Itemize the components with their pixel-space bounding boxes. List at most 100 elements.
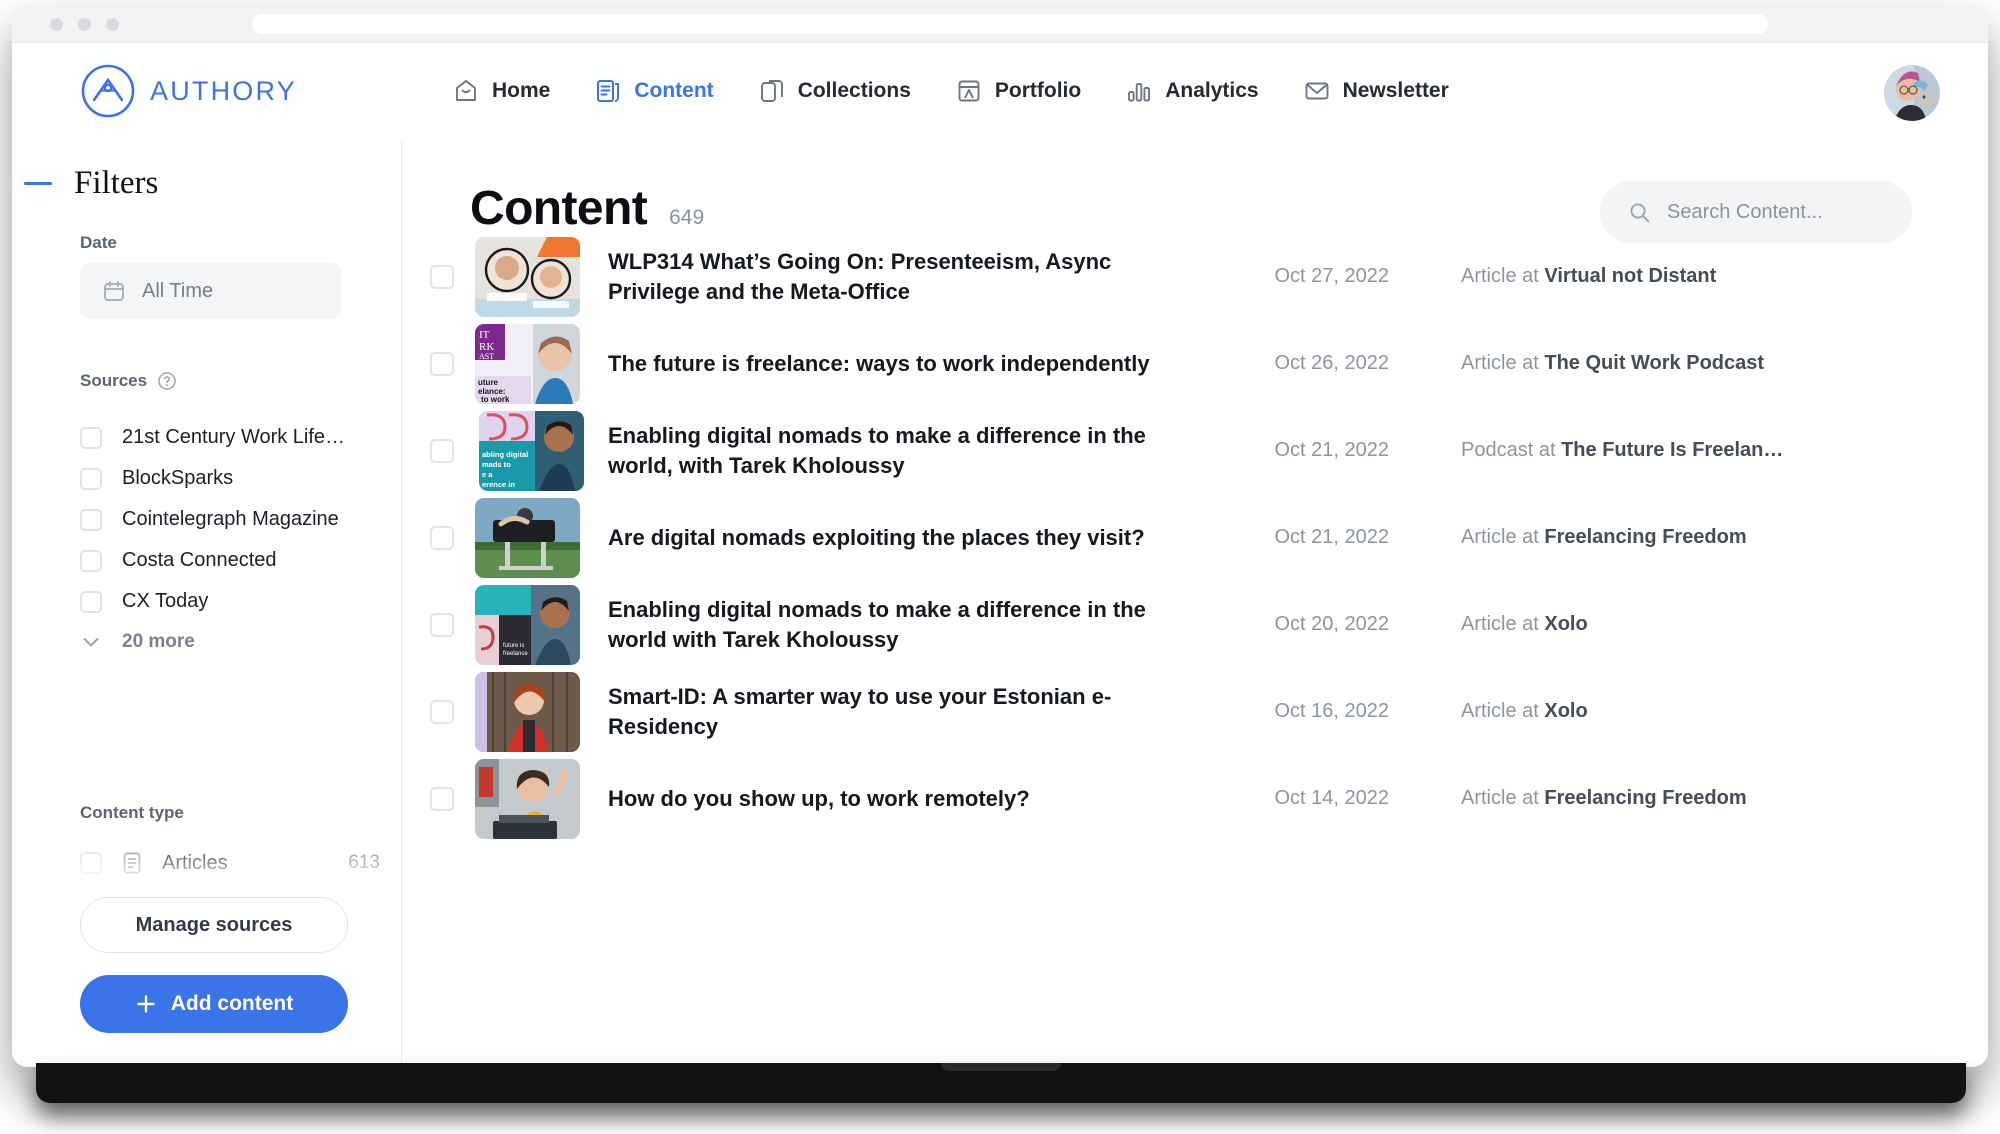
minimize-dot[interactable] — [78, 18, 91, 31]
svg-text:to work: to work — [481, 395, 510, 404]
address-bar[interactable] — [252, 14, 1768, 34]
portfolio-icon — [955, 77, 983, 105]
row-date: Oct 26, 2022 — [1274, 352, 1389, 374]
add-content-button[interactable]: Add content — [80, 975, 348, 1033]
maya-middlemiss-podcast-cover-thumbnail[interactable]: IT RK AST uture elance: to work — [475, 323, 580, 404]
nav-label-analytics: Analytics — [1165, 79, 1259, 102]
browser-chrome — [12, 5, 1988, 43]
question-circle-icon[interactable] — [157, 371, 177, 391]
close-dot[interactable] — [50, 18, 63, 31]
row-date: Oct 16, 2022 — [1274, 700, 1389, 722]
nav-item-portfolio[interactable]: Portfolio — [955, 77, 1081, 105]
row-source[interactable]: Article at Xolo — [1461, 700, 1588, 723]
calendar-icon — [102, 279, 126, 303]
nav-item-home[interactable]: Home — [452, 77, 550, 105]
source-label: Cointelegraph Magazine — [122, 508, 339, 530]
logo-wordmark: AUTHORY — [150, 75, 297, 106]
row-checkbox[interactable] — [430, 612, 454, 637]
row-title[interactable]: Enabling digital nomads to make a differ… — [608, 595, 1208, 654]
row-title[interactable]: WLP314 What’s Going On: Presenteeism, As… — [608, 247, 1208, 306]
tarek-kholoussy-teal-cover-thumbnail[interactable]: abling digital mads to e a erence in — [479, 410, 584, 491]
svg-text:IT: IT — [479, 329, 490, 341]
bezel-notch — [941, 1063, 1061, 1071]
content-icon — [594, 77, 622, 105]
table-row[interactable]: Smart-ID: A smarter way to use your Esto… — [402, 668, 1988, 755]
nav-label-collections: Collections — [797, 79, 911, 102]
show-more-sources-button[interactable]: 20 more — [80, 631, 195, 653]
plus-icon — [135, 993, 157, 1015]
svg-text:freelance: freelance — [503, 651, 528, 657]
source-checkbox[interactable] — [80, 590, 102, 613]
content-count-badge: 649 — [669, 206, 705, 229]
content-type-checkbox[interactable] — [80, 852, 102, 874]
table-row[interactable]: future is freelance Enabling digital nom… — [402, 581, 1988, 668]
row-checkbox[interactable] — [430, 438, 454, 463]
nav-label-newsletter: Newsletter — [1342, 79, 1449, 102]
source-checkbox[interactable] — [80, 549, 102, 572]
row-source[interactable]: Article at Freelancing Freedom — [1461, 526, 1747, 549]
filters-sidebar: Filters Date All Time Sources 21st Centu… — [12, 139, 402, 1067]
row-checkbox[interactable] — [430, 699, 454, 724]
row-source[interactable]: Article at Xolo — [1461, 613, 1588, 636]
minus-icon[interactable] — [24, 182, 52, 185]
row-source[interactable]: Article at The Quit Work Podcast — [1461, 352, 1764, 375]
maximize-dot[interactable] — [106, 18, 119, 31]
filters-scroll-area[interactable]: Filters Date All Time Sources 21st Centu… — [12, 139, 402, 904]
manage-sources-button[interactable]: Manage sources — [80, 897, 348, 953]
nav-item-newsletter[interactable]: Newsletter — [1303, 77, 1449, 105]
home-icon — [452, 77, 480, 105]
avatar[interactable] — [1884, 65, 1940, 121]
filters-header: Filters — [24, 165, 158, 202]
svg-text:uture: uture — [478, 378, 499, 387]
row-checkbox[interactable] — [430, 786, 454, 811]
table-row[interactable]: Are digital nomads exploiting the places… — [402, 494, 1988, 581]
nav-item-analytics[interactable]: Analytics — [1125, 77, 1259, 105]
row-source-name: Freelancing Freedom — [1544, 787, 1747, 809]
row-title[interactable]: The future is freelance: ways to work in… — [608, 349, 1208, 378]
authory-logo[interactable]: AUTHORY — [80, 63, 297, 119]
row-source[interactable]: Podcast at The Future Is Freelan… — [1461, 439, 1783, 462]
two-women-podcast-cover-thumbnail[interactable] — [475, 236, 580, 317]
svg-text:abling digital: abling digital — [482, 450, 528, 459]
source-checkbox[interactable] — [80, 426, 102, 449]
source-checkbox[interactable] — [80, 467, 102, 490]
person-laptop-outdoors-thumbnail[interactable] — [475, 497, 580, 578]
table-row[interactable]: abling digital mads to e a erence in Ena… — [402, 407, 1988, 494]
row-title[interactable]: Smart-ID: A smarter way to use your Esto… — [608, 682, 1208, 741]
source-filter-item[interactable]: CX Today — [80, 581, 380, 622]
content-type-section-label: Content type — [80, 803, 184, 822]
row-checkbox[interactable] — [430, 264, 454, 289]
nav-item-collections[interactable]: Collections — [758, 77, 911, 105]
row-source-name: Freelancing Freedom — [1544, 526, 1747, 548]
nav-label-home: Home — [492, 79, 551, 102]
row-kind: Article at — [1461, 526, 1539, 548]
row-checkbox[interactable] — [430, 525, 454, 550]
future-is-freelance-cover-thumbnail[interactable]: future is freelance — [475, 584, 580, 665]
woman-waving-laptop-thumbnail[interactable] — [475, 758, 580, 839]
source-filter-item[interactable]: Costa Connected — [80, 540, 380, 581]
row-source[interactable]: Article at Virtual not Distant — [1461, 265, 1716, 288]
svg-text:AST: AST — [479, 352, 494, 361]
woman-red-jacket-thumbnail[interactable] — [475, 671, 580, 752]
source-filter-item[interactable]: Cointelegraph Magazine — [80, 499, 380, 540]
table-row[interactable]: WLP314 What’s Going On: Presenteeism, As… — [402, 233, 1988, 320]
row-source-name: Xolo — [1544, 700, 1588, 722]
nav-item-content[interactable]: Content — [594, 77, 714, 105]
row-source-name: The Quit Work Podcast — [1544, 352, 1765, 374]
nav-label-content: Content — [634, 79, 714, 102]
row-title[interactable]: Enabling digital nomads to make a differ… — [608, 421, 1208, 480]
source-filter-item[interactable]: 21st Century Work Life… — [80, 417, 380, 458]
row-source[interactable]: Article at Freelancing Freedom — [1461, 787, 1747, 810]
table-row[interactable]: How do you show up, to work remotely? Oc… — [402, 755, 1988, 842]
table-row[interactable]: IT RK AST uture elance: to work The futu… — [402, 320, 1988, 407]
row-checkbox[interactable] — [430, 351, 454, 376]
content-type-item-articles[interactable]: Articles 613 — [80, 839, 380, 887]
svg-text:erence in: erence in — [482, 480, 515, 489]
source-filter-item[interactable]: BlockSparks — [80, 458, 380, 499]
row-title[interactable]: How do you show up, to work remotely? — [608, 784, 1208, 813]
row-title[interactable]: Are digital nomads exploiting the places… — [608, 523, 1208, 552]
source-checkbox[interactable] — [80, 508, 102, 531]
row-kind: Podcast at — [1461, 439, 1556, 461]
date-filter-select[interactable]: All Time — [80, 263, 342, 319]
source-label: CX Today — [122, 590, 209, 612]
